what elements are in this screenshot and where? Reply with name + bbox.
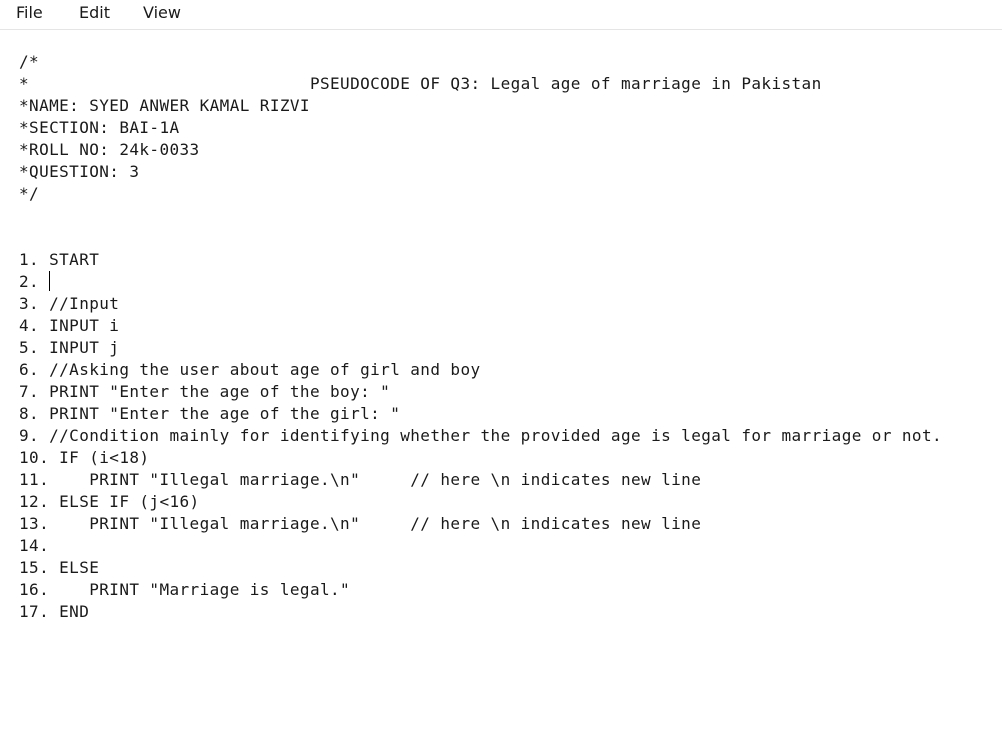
menu-bar: File Edit View — [0, 0, 1002, 30]
menu-view[interactable]: View — [141, 2, 183, 24]
menu-edit[interactable]: Edit — [77, 2, 112, 24]
text-editor[interactable]: /* * PSEUDOCODE OF Q3: Legal age of marr… — [0, 31, 1002, 748]
menu-file[interactable]: File — [14, 2, 45, 24]
text-cursor — [49, 271, 50, 291]
document-text[interactable]: /* * PSEUDOCODE OF Q3: Legal age of marr… — [19, 51, 942, 623]
